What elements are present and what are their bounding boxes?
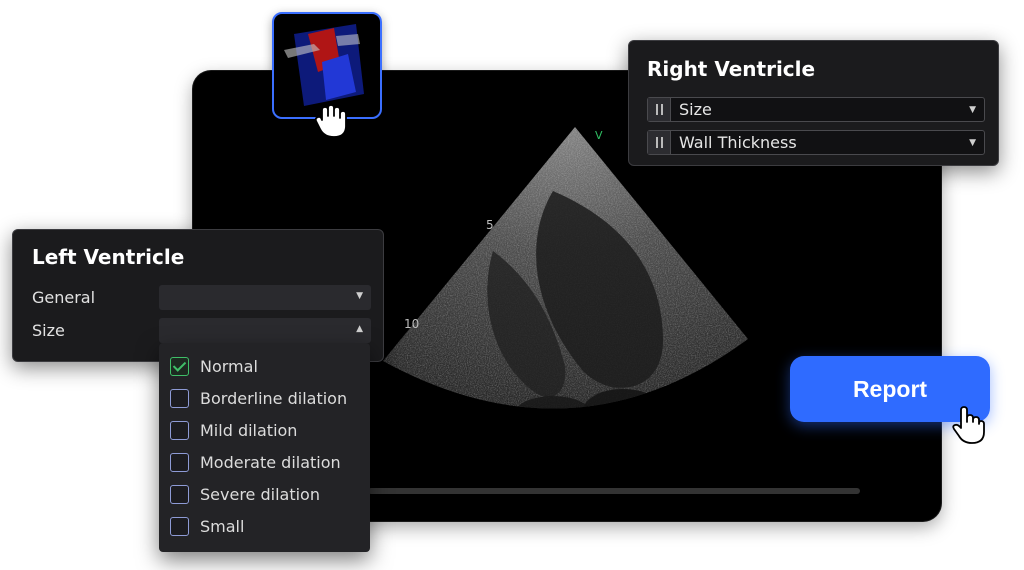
option-label: Normal [200,357,258,376]
doppler-thumbnail[interactable] [272,12,382,119]
panel-title: Right Ventricle [647,57,816,81]
general-select[interactable]: ▼ [159,285,371,310]
depth-label-5: 5 [486,218,494,232]
drag-handle-icon[interactable] [648,131,671,154]
checkbox[interactable] [170,517,189,536]
chevron-down-icon: ▼ [969,104,976,115]
size-dropdown: Normal Borderline dilation Mild dilation… [159,343,370,552]
checkbox[interactable] [170,453,189,472]
checkbox[interactable] [170,389,189,408]
rv-wall-thickness-select[interactable]: Wall Thickness ▼ [647,130,985,155]
depth-label-10: 10 [404,317,420,331]
panel-title: Left Ventricle [32,245,185,269]
chevron-up-icon: ▲ [356,324,363,334]
rv-row-label: Size [679,100,712,119]
hand-pointer-icon [314,104,347,138]
right-ventricle-panel: Right Ventricle Size ▼ Wall Thickness ▼ [628,40,999,166]
chevron-down-icon: ▼ [356,291,363,301]
option-moderate-dilation[interactable]: Moderate dilation [170,453,341,472]
option-label: Mild dilation [200,421,298,440]
checkbox-checked[interactable] [170,357,189,376]
doppler-image [284,24,364,106]
option-small[interactable]: Small [170,517,244,536]
option-label: Small [200,517,245,536]
checkbox[interactable] [170,485,189,504]
option-label: Moderate dilation [200,453,341,472]
option-label: Severe dilation [200,485,320,504]
option-label: Borderline dilation [200,389,348,408]
hand-pointer-icon [952,406,985,444]
general-label: General [32,288,96,307]
cine-scrubber[interactable] [368,488,860,494]
drag-handle-icon[interactable] [648,98,671,121]
option-severe-dilation[interactable]: Severe dilation [170,485,320,504]
option-borderline-dilation[interactable]: Borderline dilation [170,389,347,408]
option-mild-dilation[interactable]: Mild dilation [170,421,297,440]
option-normal[interactable]: Normal [170,357,258,376]
rv-size-select[interactable]: Size ▼ [647,97,985,122]
checkbox[interactable] [170,421,189,440]
rv-row-label: Wall Thickness [679,133,797,152]
size-select[interactable]: ▲ [159,318,371,343]
view-marker: V [595,129,603,142]
chevron-down-icon: ▼ [969,137,976,148]
size-label: Size [32,321,65,340]
